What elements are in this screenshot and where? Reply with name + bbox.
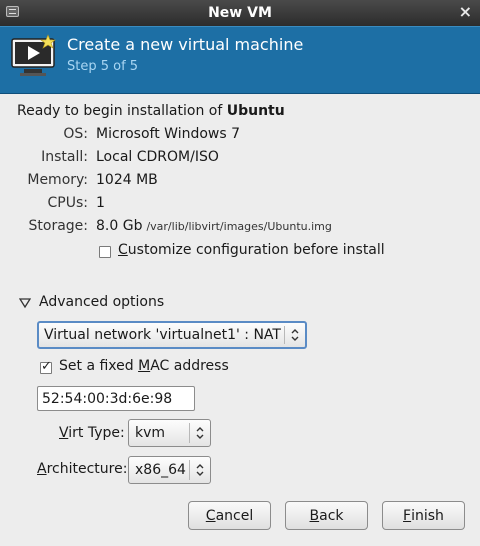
- advanced-options-toggle[interactable]: Advanced options: [39, 294, 164, 310]
- install-label: Install:: [41, 149, 88, 165]
- os-name: Ubuntu: [226, 103, 285, 119]
- architecture-select[interactable]: x86_64: [128, 456, 211, 484]
- cpus-label: CPUs:: [47, 195, 88, 211]
- storage-label: Storage:: [28, 218, 89, 234]
- storage-value: 8.0 Gb/var/lib/libvirt/images/Ubuntu.img: [96, 218, 332, 234]
- ready-prefix: Ready to begin installation of: [17, 103, 227, 119]
- virt-type-value: kvm: [135, 425, 166, 441]
- window-titlebar: New VM ×: [0, 0, 480, 26]
- network-select-value: Virtual network 'virtualnet1' : NAT: [44, 327, 281, 343]
- architecture-label: Architecture:: [37, 461, 128, 477]
- customize-checkbox[interactable]: [99, 246, 111, 258]
- os-value: Microsoft Windows 7: [96, 126, 241, 142]
- architecture-value: x86_64: [135, 462, 186, 478]
- storage-size: 8.0 Gb: [96, 218, 143, 234]
- memory-label: Memory:: [27, 172, 88, 188]
- cancel-button[interactable]: Cancel: [188, 501, 271, 530]
- storage-path: /var/lib/libvirt/images/Ubuntu.img: [146, 220, 332, 233]
- window-title: New VM: [208, 5, 272, 21]
- updown-arrows-icon: [284, 326, 305, 344]
- updown-arrows-icon: [189, 460, 210, 480]
- cpus-value: 1: [96, 195, 105, 211]
- updown-arrows-icon: [189, 423, 210, 443]
- memory-value: 1024 MB: [96, 172, 158, 188]
- customize-label[interactable]: Customize configuration before install: [118, 242, 385, 258]
- banner-title: Create a new virtual machine: [67, 35, 304, 54]
- fixed-mac-label[interactable]: Set a fixed MAC address: [59, 358, 229, 374]
- virt-type-label: Virt Type:: [59, 425, 125, 441]
- mac-address-input[interactable]: 52:54:00:3d:6e:98: [37, 386, 195, 411]
- monitor-play-icon: [11, 34, 56, 76]
- install-value: Local CDROM/ISO: [96, 149, 219, 165]
- wizard-banner: Create a new virtual machine Step 5 of 5: [0, 26, 480, 94]
- os-label: OS:: [63, 126, 88, 142]
- back-button[interactable]: Back: [285, 501, 368, 530]
- network-select[interactable]: Virtual network 'virtualnet1' : NAT: [37, 321, 307, 349]
- close-icon[interactable]: ×: [459, 2, 472, 21]
- virt-type-select[interactable]: kvm: [128, 419, 211, 447]
- expander-arrow-icon[interactable]: [19, 297, 31, 309]
- ready-heading: Ready to begin installation of Ubuntu: [17, 103, 285, 119]
- window-menu-icon[interactable]: [6, 6, 19, 17]
- finish-button[interactable]: Finish: [382, 501, 465, 530]
- fixed-mac-checkbox[interactable]: [40, 359, 52, 374]
- banner-step: Step 5 of 5: [67, 59, 139, 74]
